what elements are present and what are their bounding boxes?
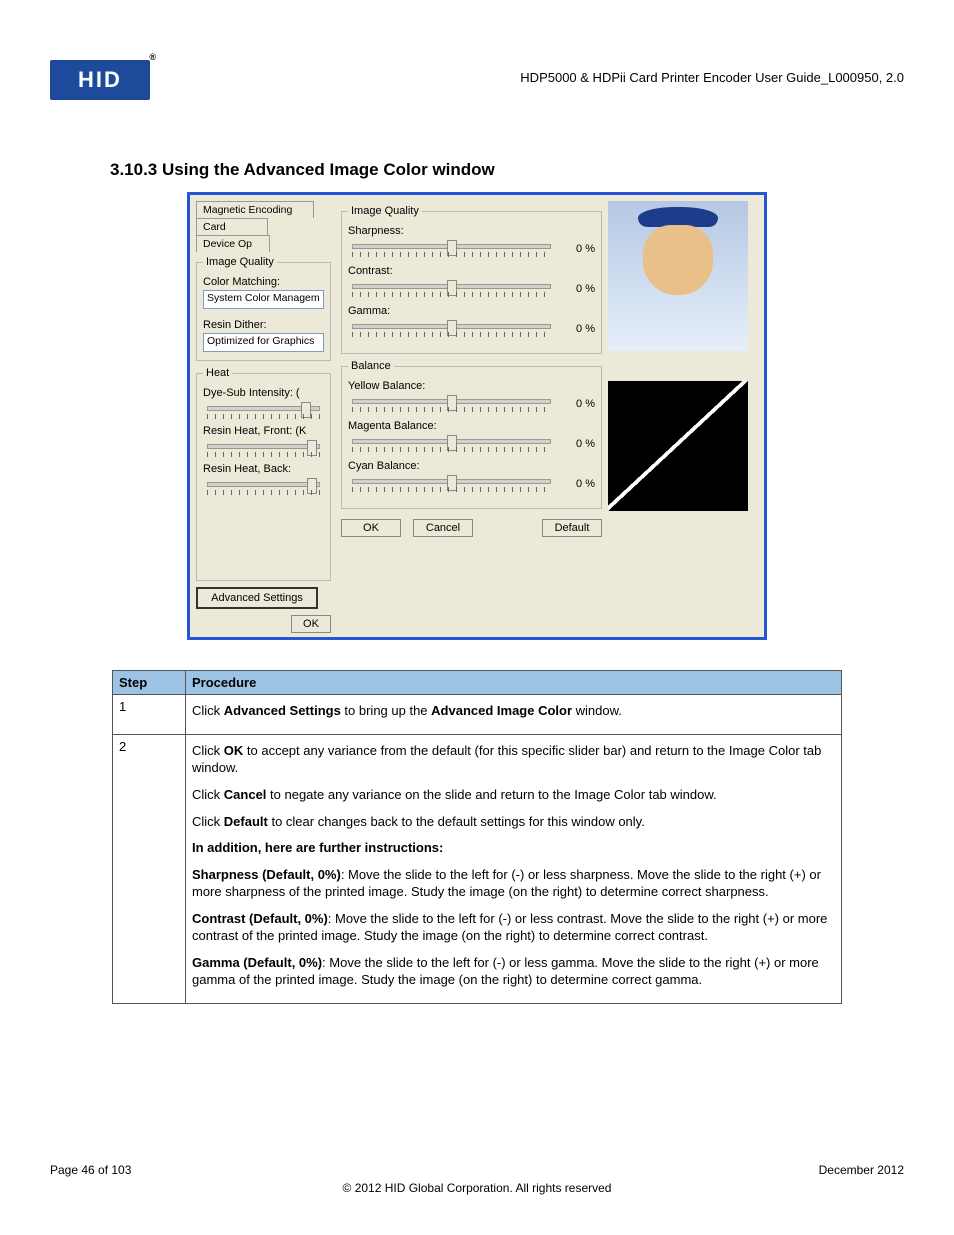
copyright: © 2012 HID Global Corporation. All right… [50,1181,904,1195]
resin-back-slider[interactable] [203,477,324,495]
yellow-balance-label: Yellow Balance: [348,380,595,392]
cancel-button[interactable]: Cancel [413,519,473,537]
table-row: 2 Click OK to accept any variance from t… [113,734,842,1003]
section-heading: 3.10.3 Using the Advanced Image Color wi… [110,160,904,180]
gamma-label: Gamma: [348,305,595,317]
magenta-slider[interactable] [348,434,555,454]
step-cell: 1 [113,695,186,735]
balance-group: Balance Yellow Balance: 0 % Magenta Bala… [341,360,602,509]
logo-text: HID [78,67,122,93]
footer-date: December 2012 [819,1163,904,1177]
dye-sub-slider[interactable] [203,401,324,419]
ok-button[interactable]: OK [341,519,401,537]
magenta-balance-label: Magenta Balance: [348,420,595,432]
sharpness-slider[interactable] [348,239,555,259]
ok-button-left[interactable]: OK [291,615,331,633]
color-matching-label: Color Matching: [203,276,324,288]
registered-mark: ® [149,52,158,62]
contrast-slider[interactable] [348,279,555,299]
cyan-slider[interactable] [348,474,555,494]
tab-card[interactable]: Card [196,218,268,235]
cyan-balance-label: Cyan Balance: [348,460,595,472]
image-quality-group-right: Image Quality Sharpness: 0 % Contrast: 0… [341,205,602,354]
th-procedure: Procedure [186,671,842,695]
default-button[interactable]: Default [542,519,602,537]
step-cell: 2 [113,734,186,1003]
procedure-cell: Click Advanced Settings to bring up the … [186,695,842,735]
screenshot-window: Magnetic Encoding CardDevice Op Image Qu… [187,192,767,640]
dye-sub-label: Dye-Sub Intensity: ( [203,387,324,399]
procedure-cell: Click OK to accept any variance from the… [186,734,842,1003]
sharpness-label: Sharpness: [348,225,595,237]
doc-title: HDP5000 & HDPii Card Printer Encoder Use… [520,60,904,85]
hid-logo: HID ® [50,60,150,100]
resin-front-slider[interactable] [203,439,324,457]
gamma-slider[interactable] [348,319,555,339]
procedure-table: Step Procedure 1 Click Advanced Settings… [112,670,842,1004]
heat-group: Heat Dye-Sub Intensity: ( Resin Heat, Fr… [196,367,331,581]
table-row: 1 Click Advanced Settings to bring up th… [113,695,842,735]
resin-dither-label: Resin Dither: [203,319,324,331]
tab-device-options[interactable]: Device Op [196,235,270,252]
yellow-slider[interactable] [348,394,555,414]
preview-line-image [608,381,748,511]
image-quality-group-left: Image Quality Color Matching: System Col… [196,256,331,361]
preview-face-image [608,201,748,351]
page-number: Page 46 of 103 [50,1163,131,1177]
advanced-settings-button[interactable]: Advanced Settings [196,587,318,609]
page-footer: Page 46 of 103 December 2012 © 2012 HID … [50,1163,904,1195]
color-matching-dropdown[interactable]: System Color Managem [203,290,324,309]
resin-dither-dropdown[interactable]: Optimized for Graphics [203,333,324,352]
contrast-label: Contrast: [348,265,595,277]
tab-magnetic-encoding[interactable]: Magnetic Encoding [196,201,314,218]
resin-back-label: Resin Heat, Back: [203,463,324,475]
th-step: Step [113,671,186,695]
resin-front-label: Resin Heat, Front: (K [203,425,324,437]
